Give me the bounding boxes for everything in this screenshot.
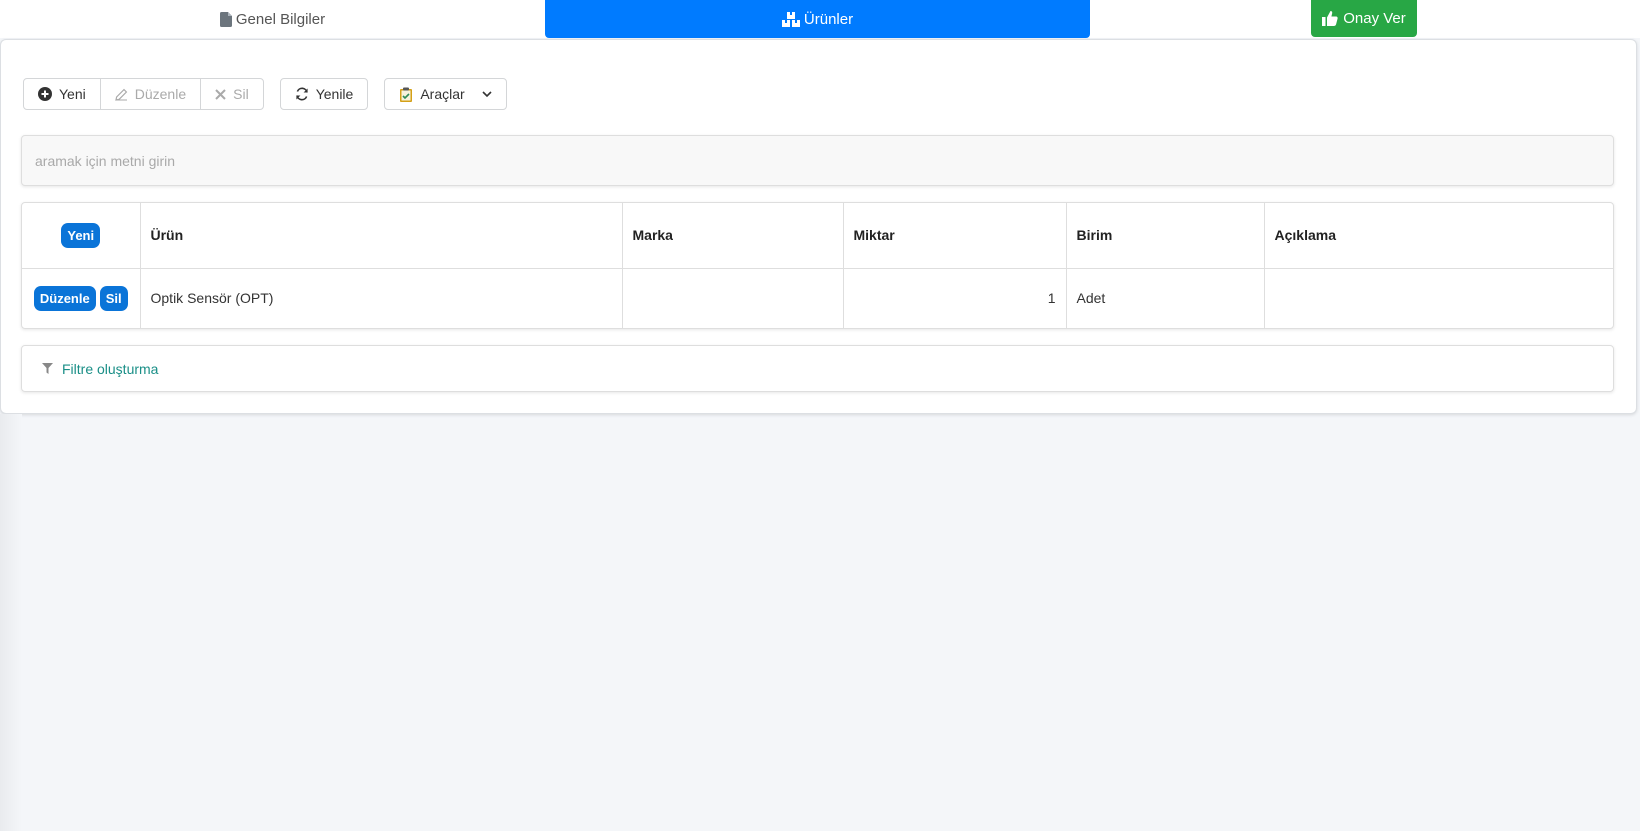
column-header-product[interactable]: Ürün xyxy=(140,203,623,269)
refresh-icon xyxy=(295,87,309,101)
new-button-label: Yeni xyxy=(59,86,86,102)
approve-label: Onay Ver xyxy=(1343,10,1406,27)
thumbs-up-icon xyxy=(1322,11,1338,26)
row-command-cell: Düzenle Sil xyxy=(22,268,141,328)
edit-button-label: Düzenle xyxy=(134,86,187,102)
tab-general-label: Genel Bilgiler xyxy=(235,10,326,28)
tab-products-label: Ürünler xyxy=(803,10,854,28)
search-box xyxy=(21,135,1614,186)
plus-circle-icon xyxy=(38,87,52,101)
cell-brand xyxy=(622,268,844,328)
cell-product: Optik Sensör (OPT) xyxy=(140,268,623,328)
new-button[interactable]: Yeni xyxy=(24,79,101,109)
tools-button[interactable]: Araçlar xyxy=(385,79,505,109)
cell-description xyxy=(1264,268,1613,328)
cell-unit: Adet xyxy=(1066,268,1265,328)
file-icon xyxy=(219,11,232,27)
row-delete-button[interactable]: Sil xyxy=(99,285,128,311)
products-grid: Yeni Ürün Marka Miktar Birim Açıklama Dü… xyxy=(21,202,1614,329)
top-bar: Genel Bilgiler Ürünler Onay Ver xyxy=(0,0,1640,38)
cell-quantity: 1 xyxy=(843,268,1067,328)
pencil-icon xyxy=(114,88,128,101)
refresh-button-group: Yenile xyxy=(279,78,369,110)
filter-builder[interactable]: Filtre oluşturma xyxy=(21,345,1614,392)
search-input[interactable] xyxy=(35,152,1600,169)
boxes-icon xyxy=(781,11,800,27)
column-header-brand[interactable]: Marka xyxy=(622,203,844,269)
filter-label: Filtre oluşturma xyxy=(62,360,159,377)
refresh-button-label: Yenile xyxy=(315,86,354,102)
tab-general-info[interactable]: Genel Bilgiler xyxy=(0,0,545,38)
table-row[interactable]: Düzenle Sil Optik Sensör (OPT) 1 Adet xyxy=(22,268,1613,328)
toolbar: Yeni Düzenle Sil Yenile Araçlar xyxy=(23,78,507,110)
column-header-quantity[interactable]: Miktar xyxy=(843,203,1067,269)
row-edit-button[interactable]: Düzenle xyxy=(33,285,96,311)
products-table: Yeni Ürün Marka Miktar Birim Açıklama Dü… xyxy=(22,203,1613,328)
delete-button[interactable]: Sil xyxy=(201,79,263,109)
edit-button[interactable]: Düzenle xyxy=(101,79,202,109)
filter-icon xyxy=(42,363,53,374)
chevron-down-icon xyxy=(482,90,492,98)
close-icon xyxy=(215,88,226,100)
column-header-description[interactable]: Açıklama xyxy=(1264,203,1613,269)
crud-button-group: Yeni Düzenle Sil xyxy=(23,78,264,110)
table-header-row: Yeni Ürün Marka Miktar Birim Açıklama xyxy=(22,203,1613,269)
refresh-button[interactable]: Yenile xyxy=(281,79,368,109)
left-edge-shadow xyxy=(0,414,22,831)
clipboard-icon xyxy=(399,87,413,102)
tools-dropdown[interactable]: Araçlar xyxy=(384,78,507,110)
command-header: Yeni xyxy=(22,203,141,269)
products-card: Yeni Düzenle Sil Yenile Araçlar aramak i… xyxy=(0,39,1637,414)
grid-new-button[interactable]: Yeni xyxy=(61,222,101,248)
column-header-unit[interactable]: Birim xyxy=(1066,203,1265,269)
delete-button-label: Sil xyxy=(233,86,249,102)
tools-button-label: Araçlar xyxy=(420,86,465,102)
approve-button[interactable]: Onay Ver xyxy=(1311,0,1417,37)
tab-products[interactable]: Ürünler xyxy=(545,0,1090,38)
